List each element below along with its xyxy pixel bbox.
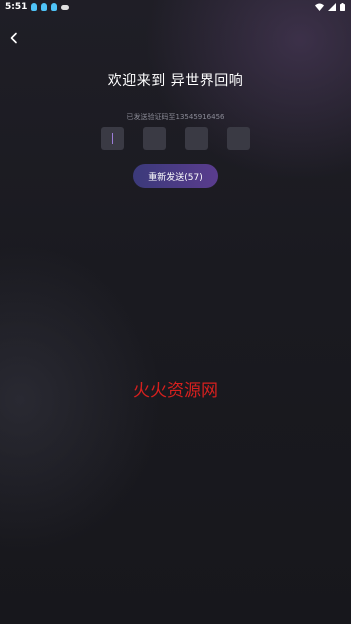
signal-icon <box>328 3 336 11</box>
battery-icon <box>340 3 345 11</box>
qq-icon <box>51 3 58 11</box>
code-digit-box-2[interactable] <box>143 127 166 150</box>
cloud-icon <box>61 4 70 10</box>
code-sent-hint: 已发送验证码至13545916456 <box>126 113 225 121</box>
status-bar: 5:51 <box>0 0 351 14</box>
qq-icon <box>31 3 38 11</box>
status-time: 5:51 <box>5 2 28 12</box>
wifi-icon <box>315 3 324 11</box>
qq-icon <box>41 3 48 11</box>
back-button[interactable] <box>6 30 22 46</box>
verification-code-input[interactable] <box>101 127 251 151</box>
status-left: 5:51 <box>5 2 70 12</box>
code-digit-box-1[interactable] <box>101 127 124 150</box>
resend-code-button[interactable]: 重新发送(57) <box>133 164 218 188</box>
watermark-text: 火火资源网 <box>133 381 218 401</box>
text-caret <box>112 133 113 144</box>
page-title: 欢迎来到 异世界回响 <box>107 73 244 89</box>
code-digit-box-4[interactable] <box>227 127 250 150</box>
chevron-left-icon <box>10 32 17 44</box>
status-right <box>315 3 345 11</box>
code-digit-box-3[interactable] <box>185 127 208 150</box>
